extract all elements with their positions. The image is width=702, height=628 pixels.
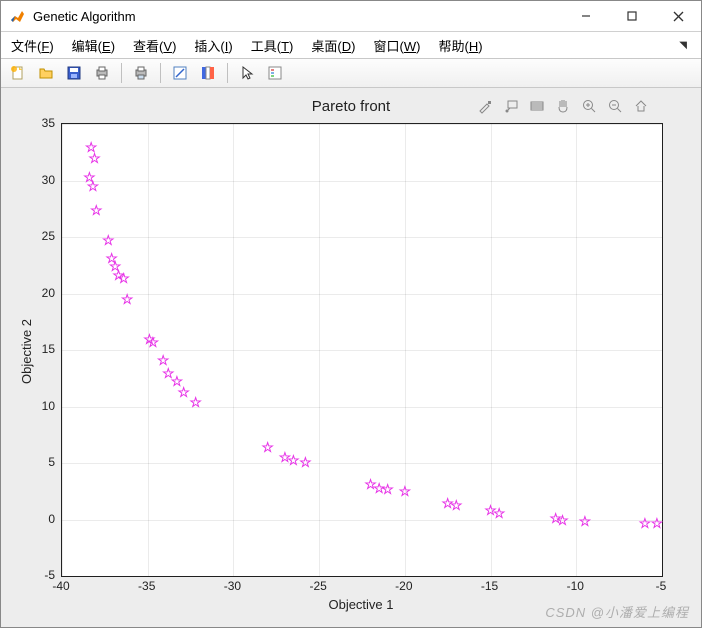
x-tick-label: -20 bbox=[395, 579, 412, 593]
data-point: ☆ bbox=[87, 179, 100, 193]
chart-axes[interactable]: ☆☆☆☆☆☆☆☆☆☆☆☆☆☆☆☆☆☆☆☆☆☆☆☆☆☆☆☆☆☆☆☆☆☆☆ bbox=[61, 123, 663, 577]
data-point: ☆ bbox=[639, 516, 652, 530]
data-point: ☆ bbox=[450, 498, 463, 512]
menu-file[interactable]: 文件(F) bbox=[11, 36, 54, 55]
matlab-icon bbox=[9, 8, 25, 24]
y-axis-label: Objective 2 bbox=[19, 319, 34, 384]
link-icon[interactable] bbox=[169, 62, 191, 84]
menubar: 文件(F) 编辑(E) 查看(V) 插入(I) 工具(T) 桌面(D) 窗口(W… bbox=[1, 32, 701, 58]
menu-tools[interactable]: 工具(T) bbox=[251, 36, 294, 55]
data-point: ☆ bbox=[117, 271, 130, 285]
data-point: ☆ bbox=[88, 151, 101, 165]
y-tick-label: 5 bbox=[48, 455, 55, 469]
menu-view[interactable]: 查看(V) bbox=[133, 36, 176, 55]
y-tick-label: 25 bbox=[42, 229, 55, 243]
colorbar-icon[interactable] bbox=[197, 62, 219, 84]
close-button[interactable] bbox=[655, 1, 701, 31]
figure-toolbar bbox=[1, 58, 701, 88]
brush-icon[interactable] bbox=[475, 96, 495, 116]
y-tick-label: 15 bbox=[42, 342, 55, 356]
x-tick-label: -25 bbox=[309, 579, 326, 593]
data-point: ☆ bbox=[147, 335, 160, 349]
menu-desktop[interactable]: 桌面(D) bbox=[311, 36, 355, 55]
minimize-button[interactable] bbox=[563, 1, 609, 31]
menu-edit[interactable]: 编辑(E) bbox=[72, 36, 115, 55]
figure-canvas: Pareto front ☆☆☆☆☆☆☆☆☆☆☆☆☆☆☆☆☆☆☆☆☆☆☆☆☆☆☆… bbox=[1, 88, 701, 627]
x-axis-label: Objective 1 bbox=[328, 597, 393, 612]
pointer-icon[interactable] bbox=[236, 62, 258, 84]
data-point: ☆ bbox=[261, 440, 274, 454]
y-tick-label: 0 bbox=[48, 512, 55, 526]
maximize-button[interactable] bbox=[609, 1, 655, 31]
y-tick-label: 20 bbox=[42, 286, 55, 300]
y-tick-label: 35 bbox=[42, 116, 55, 130]
pan-constrained-icon[interactable] bbox=[527, 96, 547, 116]
print-figure-icon[interactable] bbox=[130, 62, 152, 84]
pan-icon[interactable] bbox=[553, 96, 573, 116]
x-tick-label: -35 bbox=[138, 579, 155, 593]
data-point: ☆ bbox=[90, 203, 103, 217]
data-point: ☆ bbox=[493, 506, 506, 520]
app-window: Genetic Algorithm 文件(F) 编辑(E) 查看(V) 插入(I… bbox=[0, 0, 702, 628]
x-tick-label: -5 bbox=[656, 579, 667, 593]
data-point: ☆ bbox=[381, 482, 394, 496]
zoom-out-icon[interactable] bbox=[605, 96, 625, 116]
new-file-icon[interactable] bbox=[7, 62, 29, 84]
data-point: ☆ bbox=[189, 395, 202, 409]
x-tick-label: -10 bbox=[567, 579, 584, 593]
data-point: ☆ bbox=[121, 292, 134, 306]
y-tick-label: 10 bbox=[42, 399, 55, 413]
y-tick-label: -5 bbox=[44, 568, 55, 582]
axes-toolbar bbox=[475, 96, 651, 116]
data-point: ☆ bbox=[177, 385, 190, 399]
datatip-icon[interactable] bbox=[501, 96, 521, 116]
y-tick-label: 30 bbox=[42, 173, 55, 187]
insert-legend-icon[interactable] bbox=[264, 62, 286, 84]
data-point: ☆ bbox=[651, 516, 664, 530]
menu-window[interactable]: 窗口(W) bbox=[373, 36, 420, 55]
data-point: ☆ bbox=[102, 233, 115, 247]
menu-help[interactable]: 帮助(H) bbox=[438, 36, 482, 55]
data-point: ☆ bbox=[579, 514, 592, 528]
zoom-in-icon[interactable] bbox=[579, 96, 599, 116]
data-point: ☆ bbox=[287, 453, 300, 467]
window-title: Genetic Algorithm bbox=[33, 9, 136, 24]
data-point: ☆ bbox=[556, 513, 569, 527]
home-icon[interactable] bbox=[631, 96, 651, 116]
watermark-text: CSDN @小潘爱上编程 bbox=[545, 602, 689, 621]
open-folder-icon[interactable] bbox=[35, 62, 57, 84]
dock-controls-icon[interactable]: ◥ bbox=[679, 40, 691, 51]
data-point: ☆ bbox=[399, 484, 412, 498]
titlebar: Genetic Algorithm bbox=[1, 1, 701, 32]
data-point: ☆ bbox=[299, 455, 312, 469]
x-tick-label: -30 bbox=[224, 579, 241, 593]
save-icon[interactable] bbox=[63, 62, 85, 84]
x-tick-label: -15 bbox=[481, 579, 498, 593]
menu-insert[interactable]: 插入(I) bbox=[194, 36, 232, 55]
print-icon[interactable] bbox=[91, 62, 113, 84]
